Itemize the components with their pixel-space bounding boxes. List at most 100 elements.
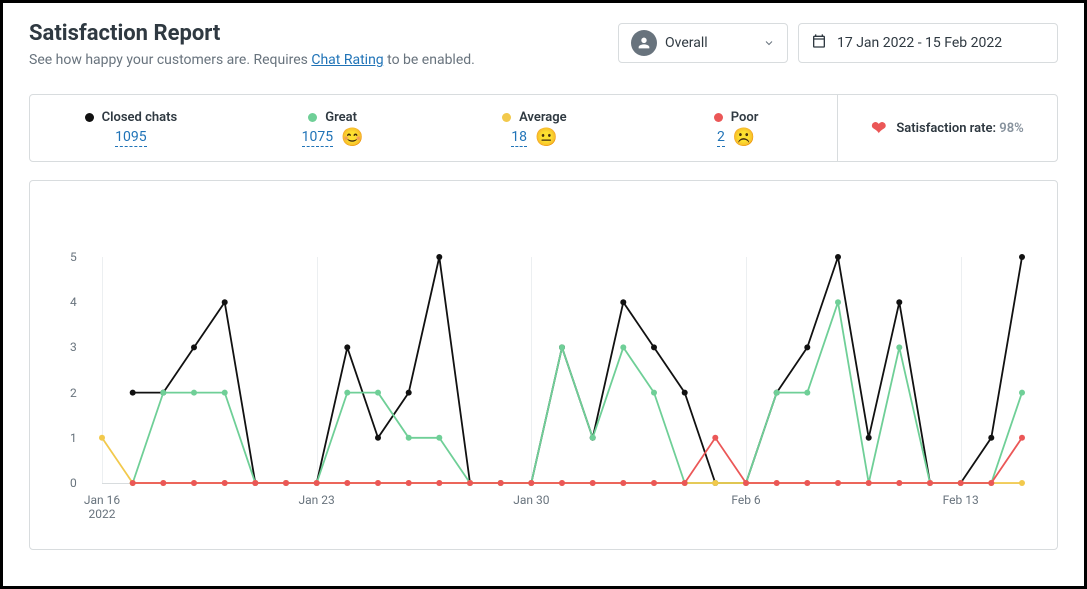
series-point (620, 344, 626, 350)
series-point (896, 344, 902, 350)
emoji-poor: ☹️ (733, 129, 755, 147)
series-point (1019, 435, 1025, 441)
calendar-icon (811, 33, 827, 53)
series-point (191, 480, 197, 486)
series-point (375, 390, 381, 396)
scope-label: Overall (665, 35, 708, 51)
stat-great: Great 1075 😊 (232, 95, 434, 161)
stat-poor: Poor 2 ☹️ (635, 95, 837, 161)
series-point (375, 480, 381, 486)
series-point (835, 254, 841, 260)
series-point (99, 435, 105, 441)
series-point (559, 344, 565, 350)
series-point (191, 390, 197, 396)
series-point (406, 390, 412, 396)
stat-poor-label: Poor (731, 110, 759, 125)
series-point (743, 480, 749, 486)
page-subtitle: See how happy your customers are. Requir… (29, 52, 475, 68)
series-point (344, 344, 350, 350)
series-point (283, 480, 289, 486)
chart-svg (52, 197, 1042, 543)
series-point (682, 390, 688, 396)
series-line (133, 302, 1022, 483)
series-line (133, 438, 1022, 483)
series-point (314, 480, 320, 486)
series-point (252, 480, 258, 486)
series-point (436, 435, 442, 441)
stats-bar: Closed chats 1095 Great 1075 😊 Average 1… (29, 94, 1058, 162)
stat-great-label: Great (325, 110, 357, 125)
series-point (559, 480, 565, 486)
series-point (406, 480, 412, 486)
dot-great (308, 113, 317, 122)
series-point (620, 480, 626, 486)
series-point (866, 480, 872, 486)
stat-great-value[interactable]: 1075 (302, 129, 333, 147)
series-point (498, 480, 504, 486)
series-point (191, 344, 197, 350)
series-point (958, 480, 964, 486)
series-point (774, 390, 780, 396)
date-range-label: 17 Jan 2022 - 15 Feb 2022 (837, 35, 1002, 51)
series-point (682, 480, 688, 486)
series-point (651, 344, 657, 350)
subtitle-suffix: to be enabled. (384, 52, 475, 68)
series-point (927, 480, 933, 486)
stat-satisfaction: ❤ Satisfaction rate: 98% (837, 95, 1057, 161)
person-icon (631, 30, 657, 56)
series-point (620, 299, 626, 305)
series-point (222, 299, 228, 305)
series-point (651, 480, 657, 486)
series-point (590, 435, 596, 441)
series-point (160, 390, 166, 396)
satisfaction-value: 98% (999, 121, 1023, 136)
series-point (804, 480, 810, 486)
series-point (1019, 480, 1025, 486)
dot-closed (85, 113, 94, 122)
stat-closed: Closed chats 1095 (30, 95, 232, 161)
series-point (375, 435, 381, 441)
series-point (590, 480, 596, 486)
series-point (774, 480, 780, 486)
series-point (988, 480, 994, 486)
series-point (344, 480, 350, 486)
stat-average-value[interactable]: 18 (511, 129, 527, 147)
series-point (866, 435, 872, 441)
date-range-picker[interactable]: 17 Jan 2022 - 15 Feb 2022 (798, 23, 1058, 63)
chat-rating-link[interactable]: Chat Rating (311, 52, 383, 68)
series-point (436, 480, 442, 486)
stat-poor-value[interactable]: 2 (717, 129, 725, 147)
series-point (651, 390, 657, 396)
stat-closed-label: Closed chats (102, 110, 178, 125)
series-point (835, 480, 841, 486)
series-point (804, 344, 810, 350)
series-point (406, 435, 412, 441)
series-point (896, 480, 902, 486)
series-point (804, 390, 810, 396)
dot-poor (714, 113, 723, 122)
series-point (467, 480, 473, 486)
series-point (344, 390, 350, 396)
scope-select[interactable]: Overall (618, 23, 788, 63)
emoji-average: 😐 (535, 129, 557, 147)
chart-card: 012345Jan 16 2022Jan 23Jan 30Feb 6Feb 13 (29, 180, 1058, 550)
heart-icon: ❤ (871, 118, 886, 139)
series-point (1019, 254, 1025, 260)
stat-average: Average 18 😐 (434, 95, 636, 161)
series-line (133, 257, 1022, 483)
stat-average-label: Average (519, 110, 567, 125)
series-point (130, 480, 136, 486)
stat-closed-value[interactable]: 1095 (115, 129, 146, 147)
series-point (896, 299, 902, 305)
series-point (528, 480, 534, 486)
series-point (1019, 390, 1025, 396)
series-point (436, 254, 442, 260)
series-line (102, 438, 1022, 483)
series-point (130, 390, 136, 396)
satisfaction-label: Satisfaction rate: (896, 121, 996, 136)
series-point (222, 480, 228, 486)
series-point (222, 390, 228, 396)
chart-area: 012345Jan 16 2022Jan 23Jan 30Feb 6Feb 13 (52, 197, 1035, 541)
series-point (988, 435, 994, 441)
page-title: Satisfaction Report (29, 21, 475, 46)
